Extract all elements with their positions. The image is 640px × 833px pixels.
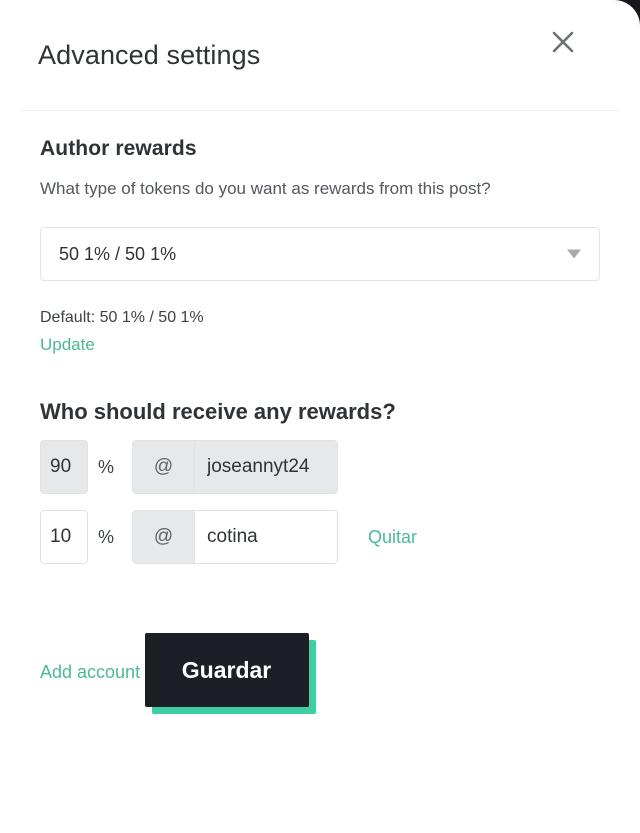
beneficiaries-heading: Who should receive any rewards? (40, 399, 396, 424)
reward-type-select[interactable]: 50 1% / 50 1% (40, 227, 600, 281)
beneficiary-percent-input[interactable] (40, 440, 88, 494)
at-symbol-icon: @ (132, 440, 194, 494)
beneficiary-row: % @ Quitar (40, 509, 600, 565)
remove-beneficiary-link[interactable]: Quitar (368, 527, 417, 548)
beneficiary-percent-input[interactable] (40, 510, 88, 564)
beneficiary-row: % @ (40, 439, 600, 495)
page-title: Advanced settings (38, 39, 261, 70)
at-symbol-icon: @ (132, 510, 194, 564)
advanced-settings-modal: Advanced settings Author rewards What ty… (0, 0, 640, 833)
beneficiary-username-input[interactable] (194, 440, 338, 494)
reward-type-select-value: 50 1% / 50 1% (59, 243, 177, 264)
update-link[interactable]: Update (40, 335, 95, 355)
add-account-link[interactable]: Add account (40, 662, 140, 683)
modal-body: Author rewards What type of tokens do yo… (0, 111, 640, 714)
close-icon[interactable] (548, 27, 578, 57)
save-button[interactable]: Guardar (144, 633, 309, 707)
author-rewards-description: What type of tokens do you want as rewar… (40, 179, 491, 198)
percent-symbol: % (98, 456, 115, 477)
save-button-wrapper: Guardar (144, 633, 316, 714)
beneficiary-username-group: @ (132, 440, 338, 494)
beneficiary-username-input[interactable] (194, 510, 338, 564)
beneficiary-username-group: @ (132, 510, 338, 564)
author-rewards-heading: Author rewards (40, 137, 197, 160)
default-reward-text: Default: 50 1% / 50 1% (40, 309, 204, 326)
chevron-down-icon (567, 249, 581, 259)
percent-symbol: % (98, 526, 115, 547)
modal-header: Advanced settings (0, 0, 640, 110)
